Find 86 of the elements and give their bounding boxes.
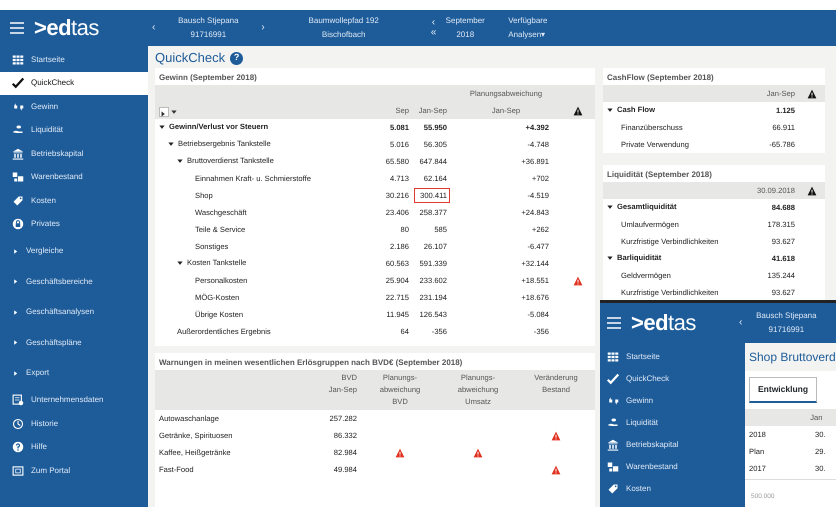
sidebar-item[interactable]: Kosten — [0, 189, 148, 212]
menu-icon[interactable] — [605, 315, 623, 331]
caret-icon[interactable] — [607, 107, 613, 114]
boxes-icon — [12, 171, 24, 184]
page-title: QuickCheck — [155, 49, 226, 68]
sidebar-item[interactable]: Warenbestand — [600, 456, 745, 478]
sidebar-item[interactable]: QuickCheck — [0, 72, 148, 95]
help-icon — [12, 441, 24, 454]
street-text: Baumwollepfad 192 — [308, 15, 379, 27]
grid-icon — [607, 351, 619, 363]
sidebar-item[interactable]: Liquidität — [0, 118, 148, 142]
caret-icon[interactable] — [159, 124, 165, 130]
sidebar-item[interactable]: Betriebskapital — [600, 434, 745, 456]
warning-icon — [807, 186, 817, 196]
sidebar-item[interactable]: Zum Portal — [0, 459, 148, 482]
client-name: Bausch Stjepana — [178, 15, 239, 27]
clock-icon — [12, 418, 24, 430]
warning-icon — [573, 106, 583, 116]
arrow-button[interactable]: ‹ — [735, 318, 746, 328]
menu-icon[interactable] — [8, 20, 26, 36]
tab[interactable]: Entwicklung — [749, 377, 818, 403]
sidebar-item[interactable]: Warenbestand — [0, 166, 148, 189]
caret-icon[interactable] — [168, 141, 174, 148]
bank-icon — [607, 439, 619, 451]
check-icon — [12, 77, 24, 90]
thumbs-icon — [12, 100, 24, 113]
caret-icon — [12, 308, 19, 316]
tag-icon — [607, 483, 619, 495]
bank-icon — [12, 148, 24, 160]
caret-icon[interactable] — [607, 204, 613, 210]
client-number: 91716991 — [190, 29, 226, 41]
sidebar-item[interactable]: Vergleiche — [0, 236, 148, 266]
year-text: 2018 — [456, 29, 474, 41]
arrow-button[interactable]: ‹ — [148, 23, 160, 33]
page-title: Shop Bruttoverd — [745, 343, 836, 371]
sidebar-item[interactable]: Historie — [0, 412, 148, 436]
caret-icon[interactable] — [607, 255, 613, 262]
sidebar-item[interactable]: Startseite — [600, 346, 745, 368]
arrow-button[interactable]: « — [426, 28, 440, 38]
sidebar-item[interactable]: Gewinn — [600, 390, 745, 412]
city-text: Bischofbach — [322, 29, 366, 41]
help-button[interactable]: ? — [230, 52, 244, 64]
caret-icon — [12, 339, 19, 346]
grid-icon — [12, 54, 24, 66]
sidebar-item[interactable]: Liquidität — [600, 412, 745, 434]
portal-icon — [12, 464, 24, 477]
thumbs-icon — [607, 395, 619, 407]
sidebar-item[interactable]: Export — [0, 358, 148, 388]
caret-icon[interactable] — [177, 158, 183, 164]
sidebar-item[interactable]: Geschäftspläne — [0, 328, 148, 358]
caret-icon[interactable] — [177, 260, 183, 266]
logo[interactable]: >edtas — [34, 17, 99, 39]
sidebar-item[interactable]: Startseite — [0, 48, 148, 72]
hand-coins-icon — [607, 417, 619, 429]
client-name: Bausch Stjepana — [756, 310, 817, 322]
expand-button[interactable] — [159, 106, 169, 117]
caret-icon — [12, 370, 19, 377]
panel-title: Warnungen in meinen wesentlichen Erlösgruppen nach BVD€ (September 2018) — [158, 357, 464, 369]
sidebar-item[interactable]: Betriebskapital — [0, 142, 148, 166]
document-icon — [12, 394, 24, 406]
panel-title: Liquidität (September 2018) — [606, 169, 713, 181]
sidebar-item[interactable]: Gewinn — [0, 95, 148, 118]
logo[interactable]: >edtas — [631, 312, 696, 334]
panel-title: Gewinn (September 2018) — [158, 72, 258, 84]
check-icon — [607, 373, 619, 385]
tag-icon — [12, 194, 24, 207]
caret-icon[interactable] — [160, 110, 166, 117]
sidebar-item[interactable]: Unternehmensdaten — [0, 388, 148, 412]
sidebar-item[interactable]: Geschäftsbereiche — [0, 266, 148, 297]
collapse-icon[interactable] — [171, 108, 177, 115]
boxes-icon — [607, 461, 619, 473]
analyses-dropdown[interactable]: Verfügbare Analysen▾ — [508, 14, 548, 42]
sidebar-item[interactable]: Geschäftsanalysen — [0, 297, 148, 328]
caret-icon — [12, 248, 19, 255]
sidebar-item[interactable]: Hilfe — [0, 436, 148, 459]
sidebar-item[interactable]: Privates — [0, 212, 148, 236]
arrow-button[interactable]: › — [257, 23, 269, 33]
lock-icon — [12, 218, 24, 230]
sidebar-item[interactable]: QuickCheck — [600, 368, 745, 390]
caret-icon — [12, 278, 19, 286]
month-text: September — [446, 15, 485, 27]
arrow-button[interactable]: ‹ — [428, 18, 440, 28]
sidebar-item[interactable]: Kosten — [600, 478, 745, 500]
client-number: 91716991 — [768, 324, 804, 336]
warning-icon — [807, 88, 817, 99]
panel-title: CashFlow (September 2018) — [606, 72, 715, 84]
